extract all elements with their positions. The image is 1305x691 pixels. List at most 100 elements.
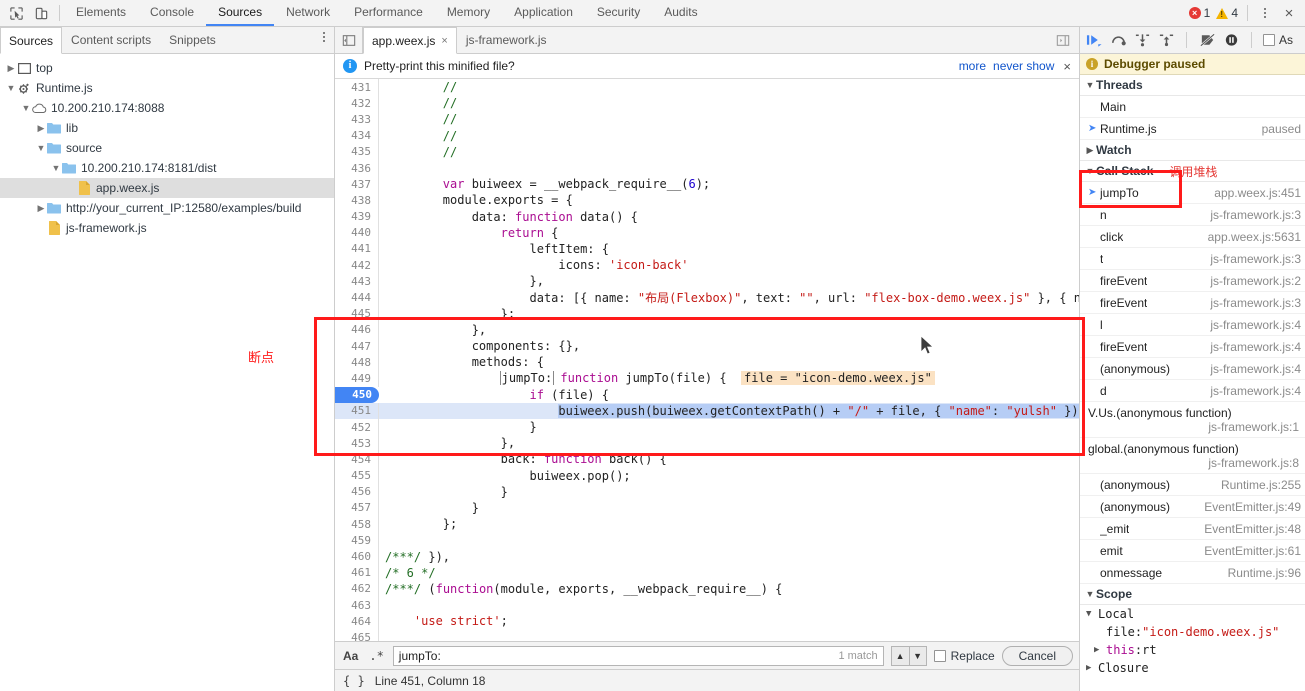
editor-tab-js-framework-js[interactable]: js-framework.js — [457, 27, 556, 53]
line-number-gutter[interactable]: 437 — [335, 176, 379, 192]
scope-variable[interactable]: ▶this: rt — [1080, 641, 1305, 659]
search-next-icon[interactable]: ▼ — [909, 647, 926, 665]
navigator-menu-icon[interactable] — [314, 27, 334, 47]
line-number-gutter[interactable]: 462 — [335, 581, 379, 597]
deactivate-breakpoints-icon[interactable] — [1198, 31, 1216, 49]
call-stack-frame[interactable]: (anonymous)js-framework.js:4 — [1080, 358, 1305, 380]
regex-icon[interactable]: .* — [367, 649, 385, 663]
infobar-close-icon[interactable]: × — [1061, 59, 1071, 74]
collapse-navigator-icon[interactable] — [335, 27, 363, 53]
replace-checkbox[interactable]: Replace — [934, 649, 995, 663]
step-into-icon[interactable] — [1133, 31, 1151, 49]
tree-item-http-your-current-ip-12580-examples-build[interactable]: ▶http://your_current_IP:12580/examples/b… — [0, 198, 334, 218]
editor-tab-app-weex-js[interactable]: app.weex.js × — [363, 27, 457, 54]
device-toolbar-icon[interactable] — [31, 3, 51, 23]
line-number-gutter[interactable]: 461 — [335, 565, 379, 581]
tab-audits[interactable]: Audits — [652, 0, 709, 26]
call-stack-frame[interactable]: fireEventjs-framework.js:3 — [1080, 292, 1305, 314]
search-prev-icon[interactable]: ▲ — [892, 647, 909, 665]
tab-application[interactable]: Application — [502, 0, 585, 26]
error-count-badge[interactable]: × 1 — [1187, 6, 1213, 20]
call-stack-frame[interactable]: tjs-framework.js:3 — [1080, 248, 1305, 270]
format-code-icon[interactable]: { } — [343, 674, 365, 688]
line-number-gutter[interactable]: 436 — [335, 160, 379, 176]
call-stack-frame[interactable]: clickapp.weex.js:5631 — [1080, 226, 1305, 248]
chevron-down-icon[interactable]: ▼ — [36, 143, 46, 153]
chevron-right-icon[interactable]: ▶ — [36, 123, 46, 134]
chevron-down-icon[interactable]: ▼ — [6, 83, 16, 93]
line-number-gutter[interactable]: 433 — [335, 111, 379, 127]
resume-script-icon[interactable] — [1085, 31, 1103, 49]
line-number-gutter[interactable]: 434 — [335, 128, 379, 144]
call-stack-frame[interactable]: ➤jumpToapp.weex.js:451 — [1080, 182, 1305, 204]
pause-on-exceptions-icon[interactable] — [1222, 31, 1240, 49]
infobar-more-link[interactable]: more — [959, 59, 986, 73]
tab-sources[interactable]: Sources — [206, 0, 274, 26]
scope-local-header[interactable]: ▼Local — [1080, 605, 1305, 623]
line-number-gutter[interactable]: 465 — [335, 629, 379, 641]
line-number-gutter[interactable]: 441 — [335, 241, 379, 257]
tab-console[interactable]: Console — [138, 0, 206, 26]
line-number-gutter[interactable]: 464 — [335, 613, 379, 629]
line-number-gutter[interactable]: 431 — [335, 79, 379, 95]
line-number-gutter[interactable]: 456 — [335, 484, 379, 500]
line-number-gutter[interactable]: 432 — [335, 95, 379, 111]
line-number-gutter[interactable]: 448 — [335, 354, 379, 370]
thread-row[interactable]: ➤Runtime.jspaused — [1080, 118, 1305, 140]
line-number-gutter[interactable]: 447 — [335, 338, 379, 354]
line-number-gutter[interactable]: 445 — [335, 306, 379, 322]
call-stack-frame[interactable]: V.Us.(anonymous function)js-framework.js… — [1080, 402, 1305, 438]
cancel-button[interactable]: Cancel — [1002, 646, 1073, 666]
line-number-gutter[interactable]: 442 — [335, 257, 379, 273]
call-stack-frame[interactable]: njs-framework.js:3 — [1080, 204, 1305, 226]
tree-item-top[interactable]: ▶top — [0, 58, 334, 78]
tree-item-lib[interactable]: ▶lib — [0, 118, 334, 138]
search-input[interactable]: jumpTo: 1 match — [393, 646, 884, 666]
line-number-gutter[interactable]: 435 — [335, 144, 379, 160]
watch-section[interactable]: ▶Watch — [1080, 140, 1305, 161]
call-stack-frame[interactable]: djs-framework.js:4 — [1080, 380, 1305, 402]
line-number-gutter[interactable]: 457 — [335, 500, 379, 516]
inspect-element-icon[interactable] — [6, 3, 26, 23]
line-number-gutter[interactable]: 459 — [335, 532, 379, 548]
tab-performance[interactable]: Performance — [342, 0, 435, 26]
call-stack-frame[interactable]: global.(anonymous function)js-framework.… — [1080, 438, 1305, 474]
threads-section[interactable]: ▼Threads — [1080, 75, 1305, 96]
line-number-gutter[interactable]: 460 — [335, 548, 379, 564]
line-number-gutter[interactable]: 439 — [335, 209, 379, 225]
line-number-gutter[interactable]: 450 — [335, 387, 379, 403]
call-stack-frame[interactable]: emitEventEmitter.js:61 — [1080, 540, 1305, 562]
line-number-gutter[interactable]: 455 — [335, 468, 379, 484]
nav-tab-sources[interactable]: Sources — [0, 27, 62, 54]
scope-section[interactable]: ▼Scope — [1080, 584, 1305, 605]
call-stack-frame[interactable]: (anonymous)EventEmitter.js:49 — [1080, 496, 1305, 518]
chevron-down-icon[interactable]: ▼ — [21, 103, 31, 113]
line-number-gutter[interactable]: 451 — [335, 403, 379, 419]
chevron-right-icon[interactable]: ▶ — [6, 63, 16, 74]
tree-item-runtime-js[interactable]: ▼Runtime.js — [0, 78, 334, 98]
line-number-gutter[interactable]: 444 — [335, 289, 379, 305]
tree-item-10-200-210-174-8181-dist[interactable]: ▼10.200.210.174:8181/dist — [0, 158, 334, 178]
line-number-gutter[interactable]: 463 — [335, 597, 379, 613]
scope-closure-header[interactable]: ▶Closure — [1080, 659, 1305, 677]
line-number-gutter[interactable]: 440 — [335, 225, 379, 241]
tab-elements[interactable]: Elements — [64, 0, 138, 26]
tree-item-10-200-210-174-8088[interactable]: ▼10.200.210.174:8088 — [0, 98, 334, 118]
close-devtools-icon[interactable]: × — [1277, 2, 1301, 24]
line-number-gutter[interactable]: 452 — [335, 419, 379, 435]
tab-network[interactable]: Network — [274, 0, 342, 26]
thread-row[interactable]: Main — [1080, 96, 1305, 118]
devtools-menu-icon[interactable] — [1255, 3, 1275, 23]
tab-memory[interactable]: Memory — [435, 0, 502, 26]
tree-item-app-weex-js[interactable]: ▶app.weex.js — [0, 178, 334, 198]
line-number-gutter[interactable]: 453 — [335, 435, 379, 451]
step-out-icon[interactable] — [1157, 31, 1175, 49]
line-number-gutter[interactable]: 443 — [335, 273, 379, 289]
call-stack-frame[interactable]: onmessageRuntime.js:96 — [1080, 562, 1305, 584]
line-number-gutter[interactable]: 454 — [335, 451, 379, 467]
chevron-down-icon[interactable]: ▼ — [51, 163, 61, 173]
code-editor[interactable]: 431 //432 //433 //434 //435 //436437 var… — [335, 79, 1079, 641]
tree-item-source[interactable]: ▼source — [0, 138, 334, 158]
chevron-right-icon[interactable]: ▶ — [36, 203, 46, 214]
close-tab-icon[interactable]: × — [441, 35, 447, 47]
